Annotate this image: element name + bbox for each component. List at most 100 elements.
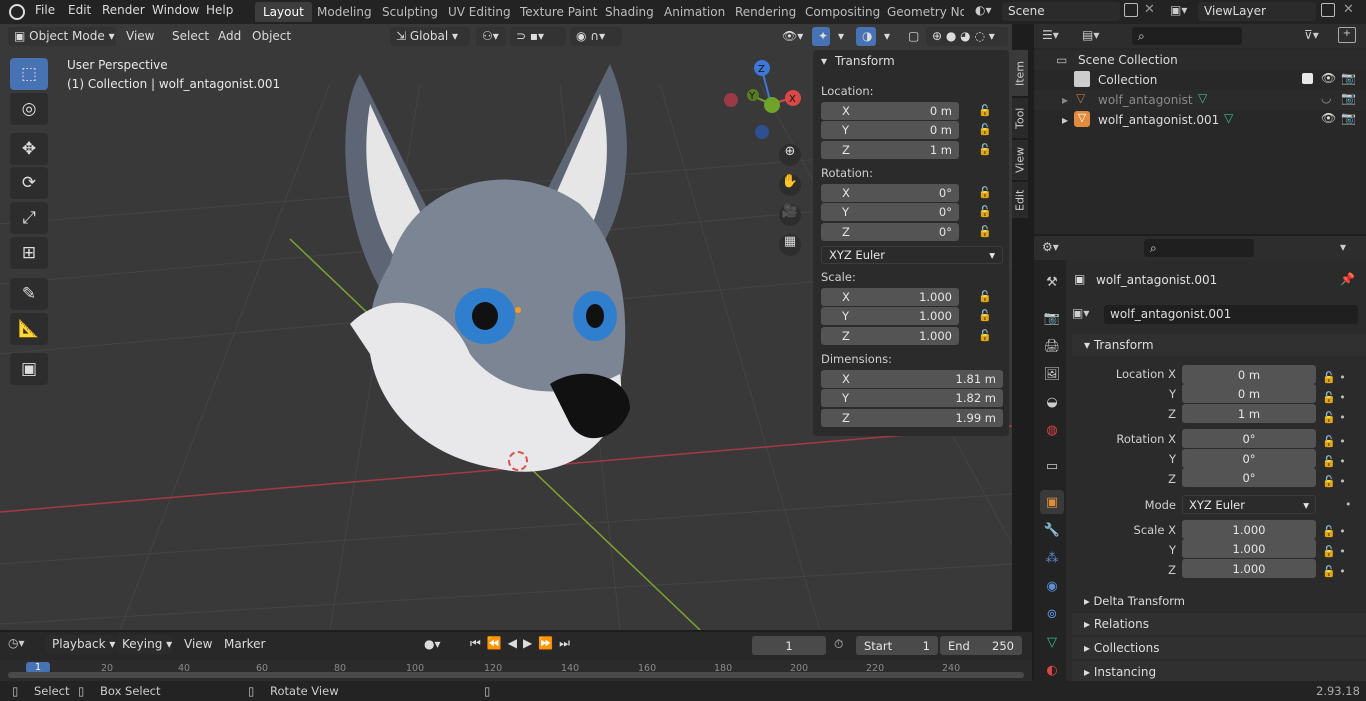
blender-logo-icon[interactable] (9, 4, 25, 20)
lock-icon[interactable]: 🔓 (978, 290, 992, 304)
menu-file[interactable]: File (35, 3, 55, 17)
lock-icon[interactable]: 🔓 (978, 329, 992, 343)
tab-view[interactable]: View (1012, 140, 1028, 180)
tab-shading[interactable]: Shading (597, 2, 662, 22)
gizmo-dropdown-icon[interactable]: ▾ (832, 27, 848, 46)
new-view-layer-icon[interactable] (1321, 3, 1335, 17)
dimensions-z-field[interactable]: Z 1.99 m (821, 409, 1003, 427)
transform-orientation-dropdown[interactable]: ⇲ Global ▾ (390, 27, 470, 46)
scene-name-field[interactable]: Scene (1002, 2, 1120, 21)
eye-hidden-icon[interactable]: ◡ (1321, 91, 1331, 105)
wolf-head-model[interactable] (330, 54, 650, 474)
camera-render-icon[interactable]: 📷 (1341, 91, 1356, 105)
transform-section-header[interactable]: ▾ Transform (1072, 334, 1366, 356)
eye-icon[interactable]: 👁 (1321, 111, 1336, 125)
output-tab-icon[interactable]: 🖨 (1040, 334, 1064, 358)
3d-cursor-icon[interactable] (508, 451, 528, 471)
editor-type-icon[interactable]: ⚙▾ (1042, 240, 1059, 254)
scale-z-field[interactable]: 1.000 (1182, 559, 1316, 578)
lock-icon[interactable]: 🔓 (978, 104, 992, 118)
location-z-field[interactable]: 1 m (1182, 404, 1316, 423)
close-scene-icon[interactable]: ✕ (1144, 2, 1155, 17)
current-frame-field[interactable]: 1 (752, 636, 826, 655)
relations-section-header[interactable]: ▸ Relations (1072, 613, 1366, 635)
tab-modeling[interactable]: Modeling (309, 2, 380, 22)
playback-controls[interactable]: ⏮⏪◀▶⏩⏭ (470, 636, 576, 651)
scale-x-field[interactable]: 1.000 (1182, 520, 1316, 539)
cursor-tool-icon[interactable]: ◎ (10, 93, 48, 125)
rotation-y-field[interactable]: Y 0° (821, 203, 959, 221)
rotation-z-field[interactable]: 0° (1182, 468, 1316, 487)
lock-icon[interactable]: 🔓 (978, 143, 992, 157)
timeline-view-menu[interactable]: View (178, 635, 218, 654)
tab-animation[interactable]: Animation (656, 2, 733, 22)
visibility-icon[interactable]: 👁▾ (776, 27, 808, 46)
navigation-gizmo[interactable]: Z Y X (722, 60, 804, 142)
lock-and-keyframe-column[interactable]: 🔓 • 🔓 • 🔓 • (1322, 432, 1346, 492)
dimensions-x-field[interactable]: X 1.81 m (821, 370, 1003, 388)
delta-transform-subpanel[interactable]: ▸ Delta Transform (1084, 594, 1185, 608)
tab-tool[interactable]: Tool (1012, 98, 1028, 138)
add-cube-tool-icon[interactable]: ▣ (10, 353, 48, 385)
properties-search-input[interactable]: ⌕ (1144, 239, 1254, 257)
rotation-x-field[interactable]: X 0° (821, 184, 959, 202)
material-tab-icon[interactable]: ◐ (1040, 658, 1064, 682)
tab-geometry-nodes[interactable]: Geometry Nod (879, 2, 964, 22)
scale-z-field[interactable]: Z 1.000 (821, 327, 959, 345)
menu-edit[interactable]: Edit (68, 3, 91, 17)
measure-tool-icon[interactable]: 📐 (10, 313, 48, 345)
annotate-tool-icon[interactable]: ✎ (10, 278, 48, 310)
camera-render-icon[interactable]: 📷 (1341, 71, 1356, 85)
scale-tool-icon[interactable]: ⤢ (10, 202, 48, 234)
filter-icon[interactable]: ⊽▾ (1304, 28, 1319, 42)
render-tab-icon[interactable]: 📷 (1040, 306, 1064, 330)
rotation-y-field[interactable]: 0° (1182, 449, 1316, 468)
view-layer-icon[interactable]: ▣▾ (1170, 3, 1187, 17)
instancing-section-header[interactable]: ▸ Instancing (1072, 661, 1366, 683)
lock-icon[interactable]: 🔓 (978, 205, 992, 219)
overlay-toggle-icon[interactable]: ◑ (856, 27, 876, 46)
viewport-add-menu[interactable]: Add (212, 27, 244, 46)
options-dropdown-icon[interactable]: ▾ (1340, 240, 1346, 254)
eye-icon[interactable]: 👁 (1321, 71, 1336, 85)
menu-help[interactable]: Help (206, 3, 233, 17)
playback-menu[interactable]: Playback ▾ (46, 635, 115, 654)
timeline-marker-menu[interactable]: Marker (218, 635, 268, 654)
tab-rendering[interactable]: Rendering (727, 2, 804, 22)
timeline-scrollbar[interactable] (8, 672, 1024, 678)
location-x-field[interactable]: 0 m (1182, 365, 1316, 384)
camera-icon[interactable]: 🎥 (779, 204, 801, 226)
scale-x-field[interactable]: X 1.000 (821, 288, 959, 306)
tab-uv-editing[interactable]: UV Editing (440, 2, 519, 22)
collections-section-header[interactable]: ▸ Collections (1072, 637, 1366, 659)
menu-window[interactable]: Window (152, 3, 199, 17)
display-mode-icon[interactable]: ▤▾ (1082, 28, 1099, 42)
rotation-mode-dropdown[interactable]: XYZ Euler ▾ (1182, 495, 1316, 514)
move-tool-icon[interactable]: ✥ (10, 133, 48, 165)
select-box-tool-icon[interactable]: ⬚ (10, 58, 48, 90)
location-y-field[interactable]: 0 m (1182, 384, 1316, 403)
tool-tab-icon[interactable]: ⚒ (1040, 270, 1064, 294)
exclude-checkbox[interactable] (1302, 73, 1313, 84)
viewport-object-menu[interactable]: Object (246, 27, 292, 46)
new-scene-icon[interactable] (1124, 3, 1138, 17)
pivot-point-icon[interactable]: ⚇▾ (476, 27, 506, 46)
pan-hand-icon[interactable]: ✋ (779, 174, 801, 196)
pin-icon[interactable]: 📌 (1340, 272, 1355, 286)
constraints-tab-icon[interactable]: ⊚ (1040, 602, 1064, 626)
npanel-title[interactable]: Transform (835, 54, 895, 68)
xray-icon[interactable]: ▢ (902, 27, 920, 46)
tab-texture-paint[interactable]: Texture Paint (512, 2, 605, 22)
editor-type-icon[interactable]: ☰▾ (1042, 28, 1059, 42)
scale-y-field[interactable]: Y 1.000 (821, 307, 959, 325)
new-collection-icon[interactable]: + (1338, 27, 1356, 43)
shading-mode-group[interactable]: ⊕ ● ◕ ◌ ▾ (926, 27, 1008, 46)
dimensions-y-field[interactable]: Y 1.82 m (821, 389, 1003, 407)
object-name-field[interactable]: wolf_antagonist.001 (1104, 305, 1358, 324)
viewport-view-menu[interactable]: View (120, 27, 158, 46)
perspective-grid-icon[interactable]: ▦ (779, 234, 801, 256)
rotation-z-field[interactable]: Z 0° (821, 223, 959, 241)
gizmo-toggle-icon[interactable]: ✦ (812, 27, 830, 46)
outliner-search-input[interactable]: ⌕ (1132, 27, 1242, 45)
rotate-tool-icon[interactable]: ⟳ (10, 167, 48, 199)
